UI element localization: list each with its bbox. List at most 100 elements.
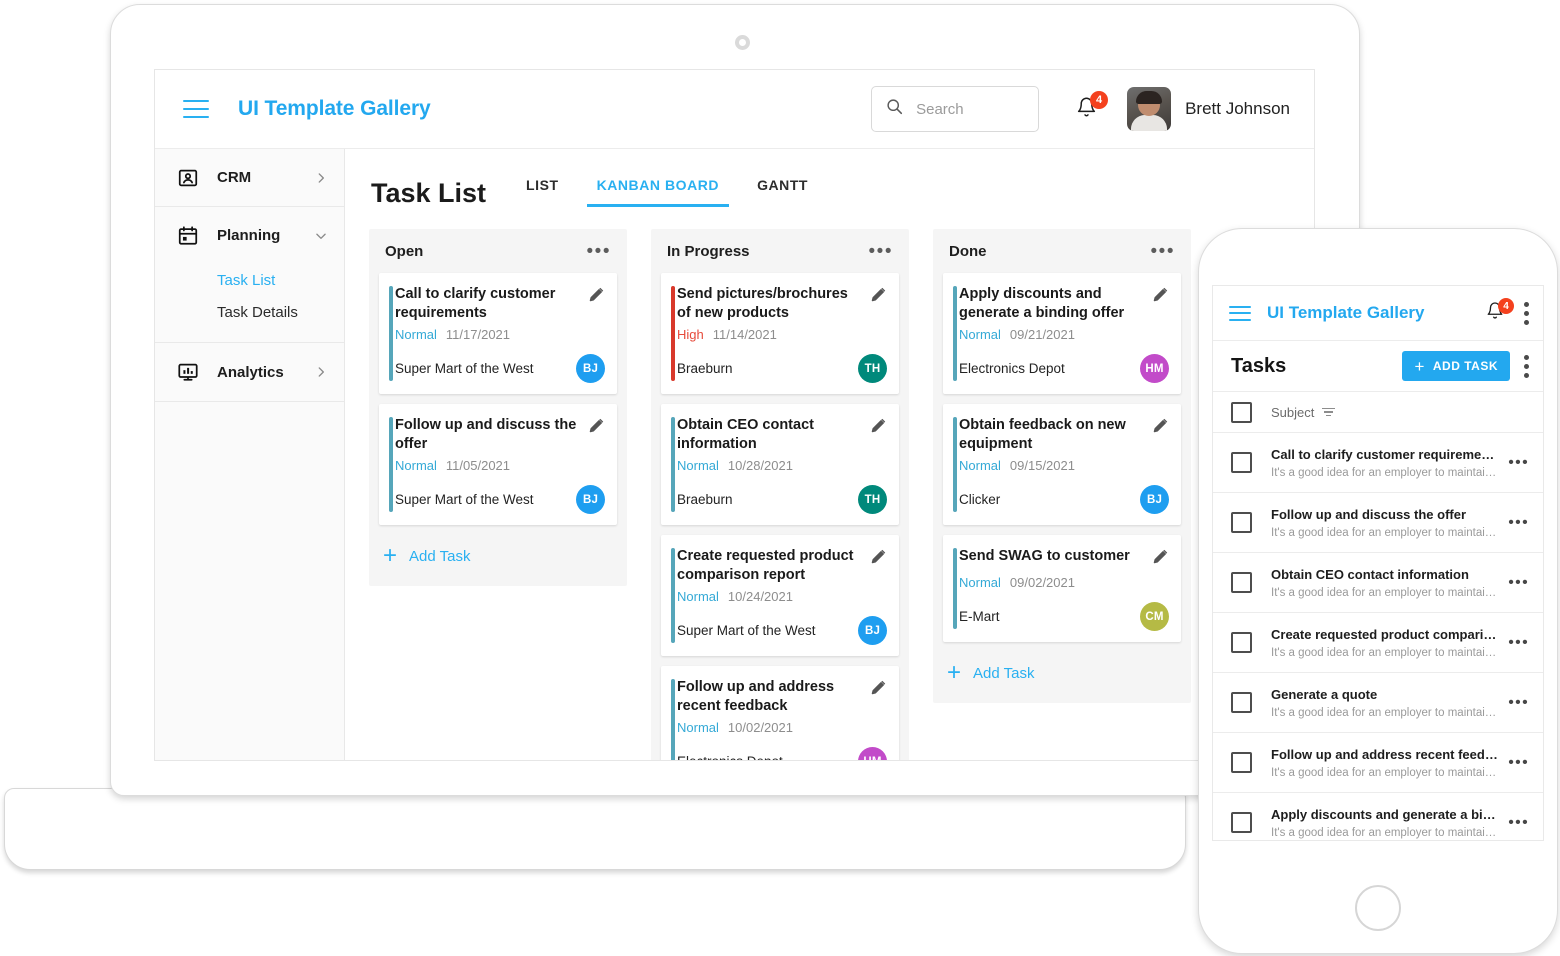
- assignee-avatar[interactable]: BJ: [576, 354, 605, 384]
- task-card[interactable]: Apply discounts and generate a binding o…: [943, 273, 1181, 395]
- kanban-column: Done ••• Apply discounts and generate a bi…: [933, 229, 1191, 704]
- add-task-button[interactable]: + ADD TASK: [1402, 351, 1510, 381]
- more-horizontal-icon[interactable]: •••: [869, 242, 893, 261]
- assignee-avatar[interactable]: CM: [1140, 602, 1169, 632]
- search-box[interactable]: [871, 86, 1040, 132]
- task-due-date: 10/28/2021: [727, 458, 793, 474]
- notifications-button[interactable]: 4: [1073, 91, 1109, 124]
- list-item-description: It's a good idea for an employer to main…: [1271, 646, 1501, 659]
- list-item[interactable]: Generate a quote It's a good idea for an …: [1213, 673, 1543, 733]
- add-task-button[interactable]: + Add Task: [933, 652, 1191, 693]
- row-checkbox[interactable]: [1231, 812, 1252, 833]
- row-checkbox[interactable]: [1231, 752, 1252, 773]
- add-task-label: ADD TASK: [1432, 359, 1498, 373]
- plus-icon: +: [383, 542, 398, 570]
- tab-gantt[interactable]: GANTT: [747, 177, 818, 207]
- add-task-button[interactable]: + Add Task: [369, 535, 627, 576]
- list-item-subject: Follow up and address recent feedback: [1271, 746, 1501, 762]
- task-card[interactable]: Send pictures/brochures of new products H…: [661, 273, 899, 395]
- more-horizontal-icon[interactable]: •••: [1508, 574, 1529, 591]
- pencil-icon[interactable]: [1152, 417, 1169, 439]
- phone-list-header: Subject: [1213, 392, 1543, 433]
- sidebar-item-analytics[interactable]: Analytics: [155, 343, 344, 401]
- assignee-avatar[interactable]: BJ: [858, 616, 887, 646]
- pencil-icon[interactable]: [870, 679, 887, 701]
- list-item-texts: Create requested product comparison repo…: [1271, 627, 1500, 659]
- sidebar-item-task-details[interactable]: Task Details: [155, 296, 344, 328]
- task-card[interactable]: Follow up and address recent feedback Nor…: [661, 666, 899, 760]
- more-horizontal-icon[interactable]: •••: [587, 242, 611, 261]
- hamburger-icon[interactable]: [183, 100, 209, 118]
- tab-kanban-board[interactable]: KANBAN BOARD: [586, 177, 730, 207]
- row-checkbox[interactable]: [1231, 692, 1252, 713]
- more-horizontal-icon[interactable]: •••: [1508, 634, 1529, 651]
- more-vertical-icon[interactable]: [1524, 301, 1529, 325]
- assignee-avatar[interactable]: HM: [1140, 354, 1169, 384]
- more-horizontal-icon[interactable]: •••: [1508, 454, 1529, 471]
- more-horizontal-icon[interactable]: •••: [1508, 814, 1529, 831]
- assignee-avatar[interactable]: TH: [858, 354, 887, 384]
- more-horizontal-icon[interactable]: •••: [1508, 514, 1529, 531]
- task-account: Clicker: [959, 492, 1001, 508]
- sidebar-item-task-list[interactable]: Task List: [155, 264, 344, 296]
- sort-icon[interactable]: [1322, 407, 1336, 417]
- assignee-avatar[interactable]: HM: [858, 747, 887, 760]
- pencil-icon[interactable]: [870, 417, 887, 439]
- row-checkbox[interactable]: [1231, 512, 1252, 533]
- list-item[interactable]: Create requested product comparison repo…: [1213, 613, 1543, 673]
- avatar[interactable]: [1127, 87, 1172, 131]
- add-task-label: Add Task: [973, 664, 1035, 682]
- pencil-icon[interactable]: [1152, 286, 1169, 308]
- hamburger-icon[interactable]: [1229, 305, 1251, 321]
- column-header: Open •••: [369, 229, 627, 273]
- pencil-icon[interactable]: [1152, 548, 1169, 570]
- task-card[interactable]: Obtain CEO contact information Normal 10/2…: [661, 404, 899, 526]
- list-item[interactable]: Obtain CEO contact information It's a goo…: [1213, 553, 1543, 613]
- task-card-top: Follow up and address recent feedback: [677, 678, 887, 715]
- pencil-icon[interactable]: [870, 286, 887, 308]
- calendar-icon: [177, 225, 199, 247]
- search-input[interactable]: [914, 99, 1025, 119]
- row-checkbox[interactable]: [1231, 572, 1252, 593]
- sidebar-item-crm[interactable]: CRM: [155, 149, 344, 206]
- more-horizontal-icon[interactable]: •••: [1508, 754, 1529, 771]
- task-card-top: Send pictures/brochures of new products: [677, 285, 887, 322]
- page-title: Task List: [371, 178, 487, 208]
- list-item-texts: Generate a quote It's a good idea for an …: [1271, 687, 1500, 719]
- assignee-avatar[interactable]: TH: [858, 485, 887, 515]
- list-item-texts: Obtain CEO contact information It's a goo…: [1271, 567, 1500, 599]
- sidebar: CRM Planning Task List Task Details Anal…: [155, 149, 345, 760]
- task-card[interactable]: Create requested product comparison repo…: [661, 535, 899, 657]
- assignee-avatar[interactable]: BJ: [1140, 485, 1169, 515]
- tab-list[interactable]: LIST: [516, 177, 569, 207]
- pencil-icon[interactable]: [588, 286, 605, 308]
- pencil-icon[interactable]: [870, 548, 887, 570]
- select-all-checkbox[interactable]: [1231, 401, 1252, 423]
- list-item[interactable]: Follow up and discuss the offer It's a go…: [1213, 493, 1543, 553]
- list-item-description: It's a good idea for an employer to main…: [1271, 766, 1501, 779]
- assignee-avatar[interactable]: BJ: [576, 485, 605, 515]
- row-checkbox[interactable]: [1231, 452, 1252, 473]
- list-item-texts: Call to clarify customer requirements It'…: [1271, 447, 1500, 479]
- pencil-icon[interactable]: [588, 417, 605, 439]
- row-checkbox[interactable]: [1231, 632, 1252, 653]
- list-item[interactable]: Apply discounts and generate a binding o…: [1213, 793, 1543, 840]
- list-item[interactable]: Call to clarify customer requirements It'…: [1213, 433, 1543, 493]
- plus-icon: +: [1414, 356, 1425, 376]
- task-card[interactable]: Obtain feedback on new equipment Normal 09…: [943, 404, 1181, 526]
- phone-notifications-button[interactable]: 4: [1484, 298, 1514, 325]
- home-button[interactable]: [1355, 885, 1401, 931]
- task-card[interactable]: Send SWAG to customer Normal 09/02/2021 E-M…: [943, 535, 1181, 643]
- more-vertical-icon[interactable]: [1524, 354, 1529, 378]
- phone-screen: UI Template Gallery 4 Tasks + ADD TASK S…: [1212, 285, 1544, 841]
- column-header: Done •••: [933, 229, 1191, 273]
- chevron-right-icon: [314, 365, 328, 379]
- header-right-tools: 4 Brett Johnson: [871, 86, 1314, 132]
- task-card[interactable]: Call to clarify customer requirements Nor…: [379, 273, 617, 395]
- task-card[interactable]: Follow up and discuss the offer Normal 11/…: [379, 404, 617, 526]
- sidebar-item-planning[interactable]: Planning: [155, 207, 344, 264]
- more-horizontal-icon[interactable]: •••: [1508, 694, 1529, 711]
- list-item[interactable]: Follow up and address recent feedback It'…: [1213, 733, 1543, 793]
- more-horizontal-icon[interactable]: •••: [1151, 242, 1175, 261]
- task-priority: Normal: [677, 589, 719, 605]
